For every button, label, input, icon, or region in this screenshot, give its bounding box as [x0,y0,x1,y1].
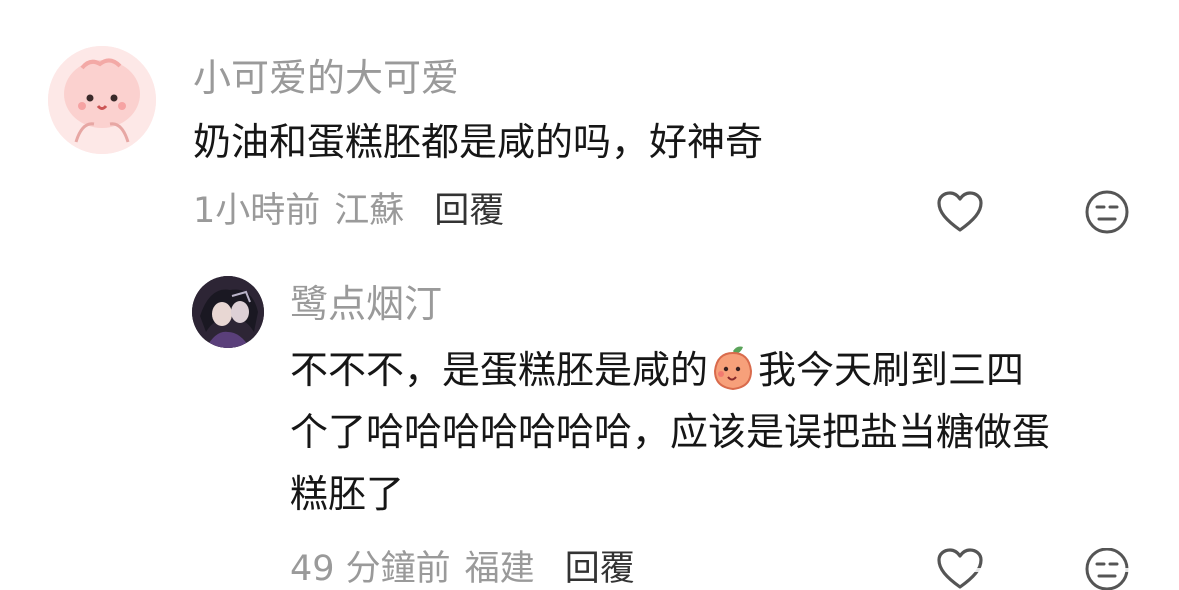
watermark [970,550,1140,586]
comment-text: 奶油和蛋糕胚都是咸的吗，好神奇 [193,120,764,164]
heart-icon[interactable] [934,186,986,238]
comment-time: 1小時前 [193,191,321,231]
reply-meta: 49 分鐘前 福建 回覆 [290,548,635,590]
neutral-face-icon[interactable] [1082,187,1132,237]
avatar-image [48,46,156,154]
peach-emoji [714,346,753,391]
reply-avatar-image [192,276,264,348]
comment-username[interactable]: 小可爱的大可爱 [193,56,459,100]
reply-text-line-3: 糕胚了 [290,472,405,516]
reply-text-part: 不不不，是蛋糕胚是咸的 [290,348,709,392]
comment-meta: 1小時前 江蘇 回覆 [193,190,504,232]
reply-button[interactable]: 回覆 [434,190,504,232]
reply-text-line-1: 不不不，是蛋糕胚是咸的 我今天刷到三四 [290,339,1024,401]
avatar[interactable] [48,46,156,154]
reply-text-line-2: 个了哈哈哈哈哈哈哈，应该是误把盐当糖做蛋 [290,410,1051,454]
comment-location: 江蘇 [334,191,405,231]
reply-username[interactable]: 鹭点烟汀 [290,282,442,326]
reply-text-part: 我今天刷到三四 [758,348,1025,392]
reply-reply-button[interactable]: 回覆 [565,548,635,590]
reply-time: 49 分鐘前 [290,549,451,589]
reply-location: 福建 [464,549,535,589]
reply-avatar[interactable] [192,276,264,348]
